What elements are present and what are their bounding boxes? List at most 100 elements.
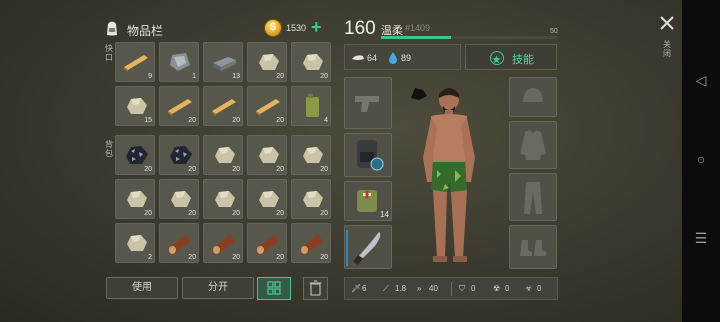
fuel-can-icon	[298, 93, 326, 119]
coin-icon	[264, 19, 282, 37]
toxic-icon: ☣	[525, 284, 533, 293]
chest-slot[interactable]	[509, 121, 557, 169]
skills-button[interactable]: 技能	[465, 44, 557, 70]
backpack-slot[interactable]: 20	[203, 135, 243, 175]
grid-icon	[267, 281, 281, 295]
item-count: 20	[232, 210, 240, 217]
use-button[interactable]: 使用	[106, 277, 178, 299]
stone-icon	[122, 186, 150, 212]
stone-icon	[122, 93, 150, 119]
close-label[interactable]: 关闭	[662, 40, 672, 58]
water-value: 89	[401, 53, 412, 63]
item-count: 20	[188, 117, 196, 124]
quick-slot[interactable]: 4	[291, 86, 331, 126]
xp-max: 50	[550, 28, 558, 35]
inventory-title: 物品栏	[127, 24, 164, 38]
backpack-slot[interactable]: 20	[203, 179, 243, 219]
item-count: 20	[320, 254, 328, 261]
boots-icon	[520, 240, 546, 256]
medkit-slot[interactable]: 14	[344, 181, 392, 221]
log-icon	[210, 230, 238, 256]
item-count: 20	[276, 210, 284, 217]
quick-slot[interactable]: 20	[291, 42, 331, 82]
split-button[interactable]: 分开	[182, 277, 254, 299]
run-icon: »	[417, 284, 422, 293]
backpack-slot[interactable]: 20	[159, 223, 199, 263]
armor-icon: ⛉	[459, 284, 465, 293]
wooden-plank-icon	[166, 93, 194, 119]
wooden-plank-icon	[254, 93, 282, 119]
backpack-slot[interactable]: 20	[291, 223, 331, 263]
quick-slot[interactable]: 1	[159, 42, 199, 82]
item-count: 1	[192, 73, 196, 80]
speed-value: 1.8	[395, 284, 407, 293]
backpack-slot[interactable]: 20	[247, 179, 287, 219]
legs-slot[interactable]	[509, 173, 557, 221]
item-count: 20	[320, 73, 328, 80]
quick-slot[interactable]: 15	[115, 86, 155, 126]
backpack-slot[interactable]: 20	[203, 223, 243, 263]
stone-icon	[254, 142, 282, 168]
weapon-slot-pistol[interactable]	[344, 77, 392, 129]
quick-slot[interactable]: 13	[203, 42, 243, 82]
item-count: 20	[276, 117, 284, 124]
quick-slot[interactable]: 20	[159, 86, 199, 126]
toxic-value: 0	[537, 284, 542, 293]
melee-weapon-slot[interactable]	[344, 225, 392, 269]
item-count: 20	[276, 166, 284, 173]
log-icon	[254, 230, 282, 256]
backpack-slot[interactable]: 20	[247, 223, 287, 263]
backpack-slot[interactable]: 20	[159, 135, 199, 175]
xp-bar-fill	[381, 36, 452, 39]
radiation-icon: ☢	[493, 284, 501, 293]
item-count: 20	[232, 166, 240, 173]
backpack-slot[interactable]: 20	[115, 179, 155, 219]
quick-slot[interactable]: 20	[247, 42, 287, 82]
add-coins-button[interactable]: +	[311, 18, 322, 36]
backpack-icon	[107, 21, 117, 36]
damage-icon: 🗡	[351, 284, 362, 293]
quick-slots-label: 快 口	[105, 44, 113, 62]
backpack-slot[interactable]: 2	[115, 223, 155, 263]
backpack-equip-slot[interactable]	[344, 133, 392, 177]
backpack-slot[interactable]: 20	[291, 135, 331, 175]
backpack-slot[interactable]: 20	[247, 135, 287, 175]
backpack-slot[interactable]: 20	[159, 179, 199, 219]
machete-icon	[353, 232, 381, 265]
item-count: 20	[188, 166, 196, 173]
player-character	[411, 88, 475, 262]
log-icon	[298, 230, 326, 256]
jacket-icon	[520, 130, 546, 160]
metal-scrap-icon	[166, 49, 194, 75]
item-count: 13	[232, 73, 240, 80]
feet-slot[interactable]	[509, 225, 557, 269]
quick-slot[interactable]: 20	[247, 86, 287, 126]
quick-slot[interactable]: 20	[203, 86, 243, 126]
item-count: 20	[144, 210, 152, 217]
backpack-slot[interactable]: 20	[291, 179, 331, 219]
stone-icon	[122, 230, 150, 256]
coal-ore-icon	[122, 142, 150, 168]
system-nav-bar: ◁ ○ ☰	[682, 0, 720, 322]
tactical-backpack-icon	[357, 140, 384, 171]
log-icon	[166, 230, 194, 256]
sort-grid-button[interactable]	[257, 277, 291, 300]
back-icon[interactable]: ◁	[693, 72, 709, 88]
item-count: 20	[320, 210, 328, 217]
item-count: 20	[144, 166, 152, 173]
item-count: 20	[232, 117, 240, 124]
survival-stats: 64 89	[344, 44, 461, 70]
stats-divider	[451, 282, 452, 296]
star-icon	[490, 51, 504, 65]
quick-slot[interactable]: 9	[115, 42, 155, 82]
backpack-slot[interactable]: 20	[115, 135, 155, 175]
character-stats-bar: 🗡 6 ⟋ 1.8 » 40 ⛉ 0 ☢ 0 ☣ 0	[344, 277, 558, 300]
head-slot[interactable]	[509, 77, 557, 117]
menu-icon[interactable]: ☰	[693, 230, 709, 246]
trash-button[interactable]	[303, 277, 328, 300]
close-icon[interactable]	[659, 15, 675, 31]
item-count: 20	[232, 254, 240, 261]
xp-bar	[381, 36, 557, 39]
home-icon[interactable]: ○	[693, 151, 709, 167]
skills-label: 技能	[512, 54, 534, 66]
